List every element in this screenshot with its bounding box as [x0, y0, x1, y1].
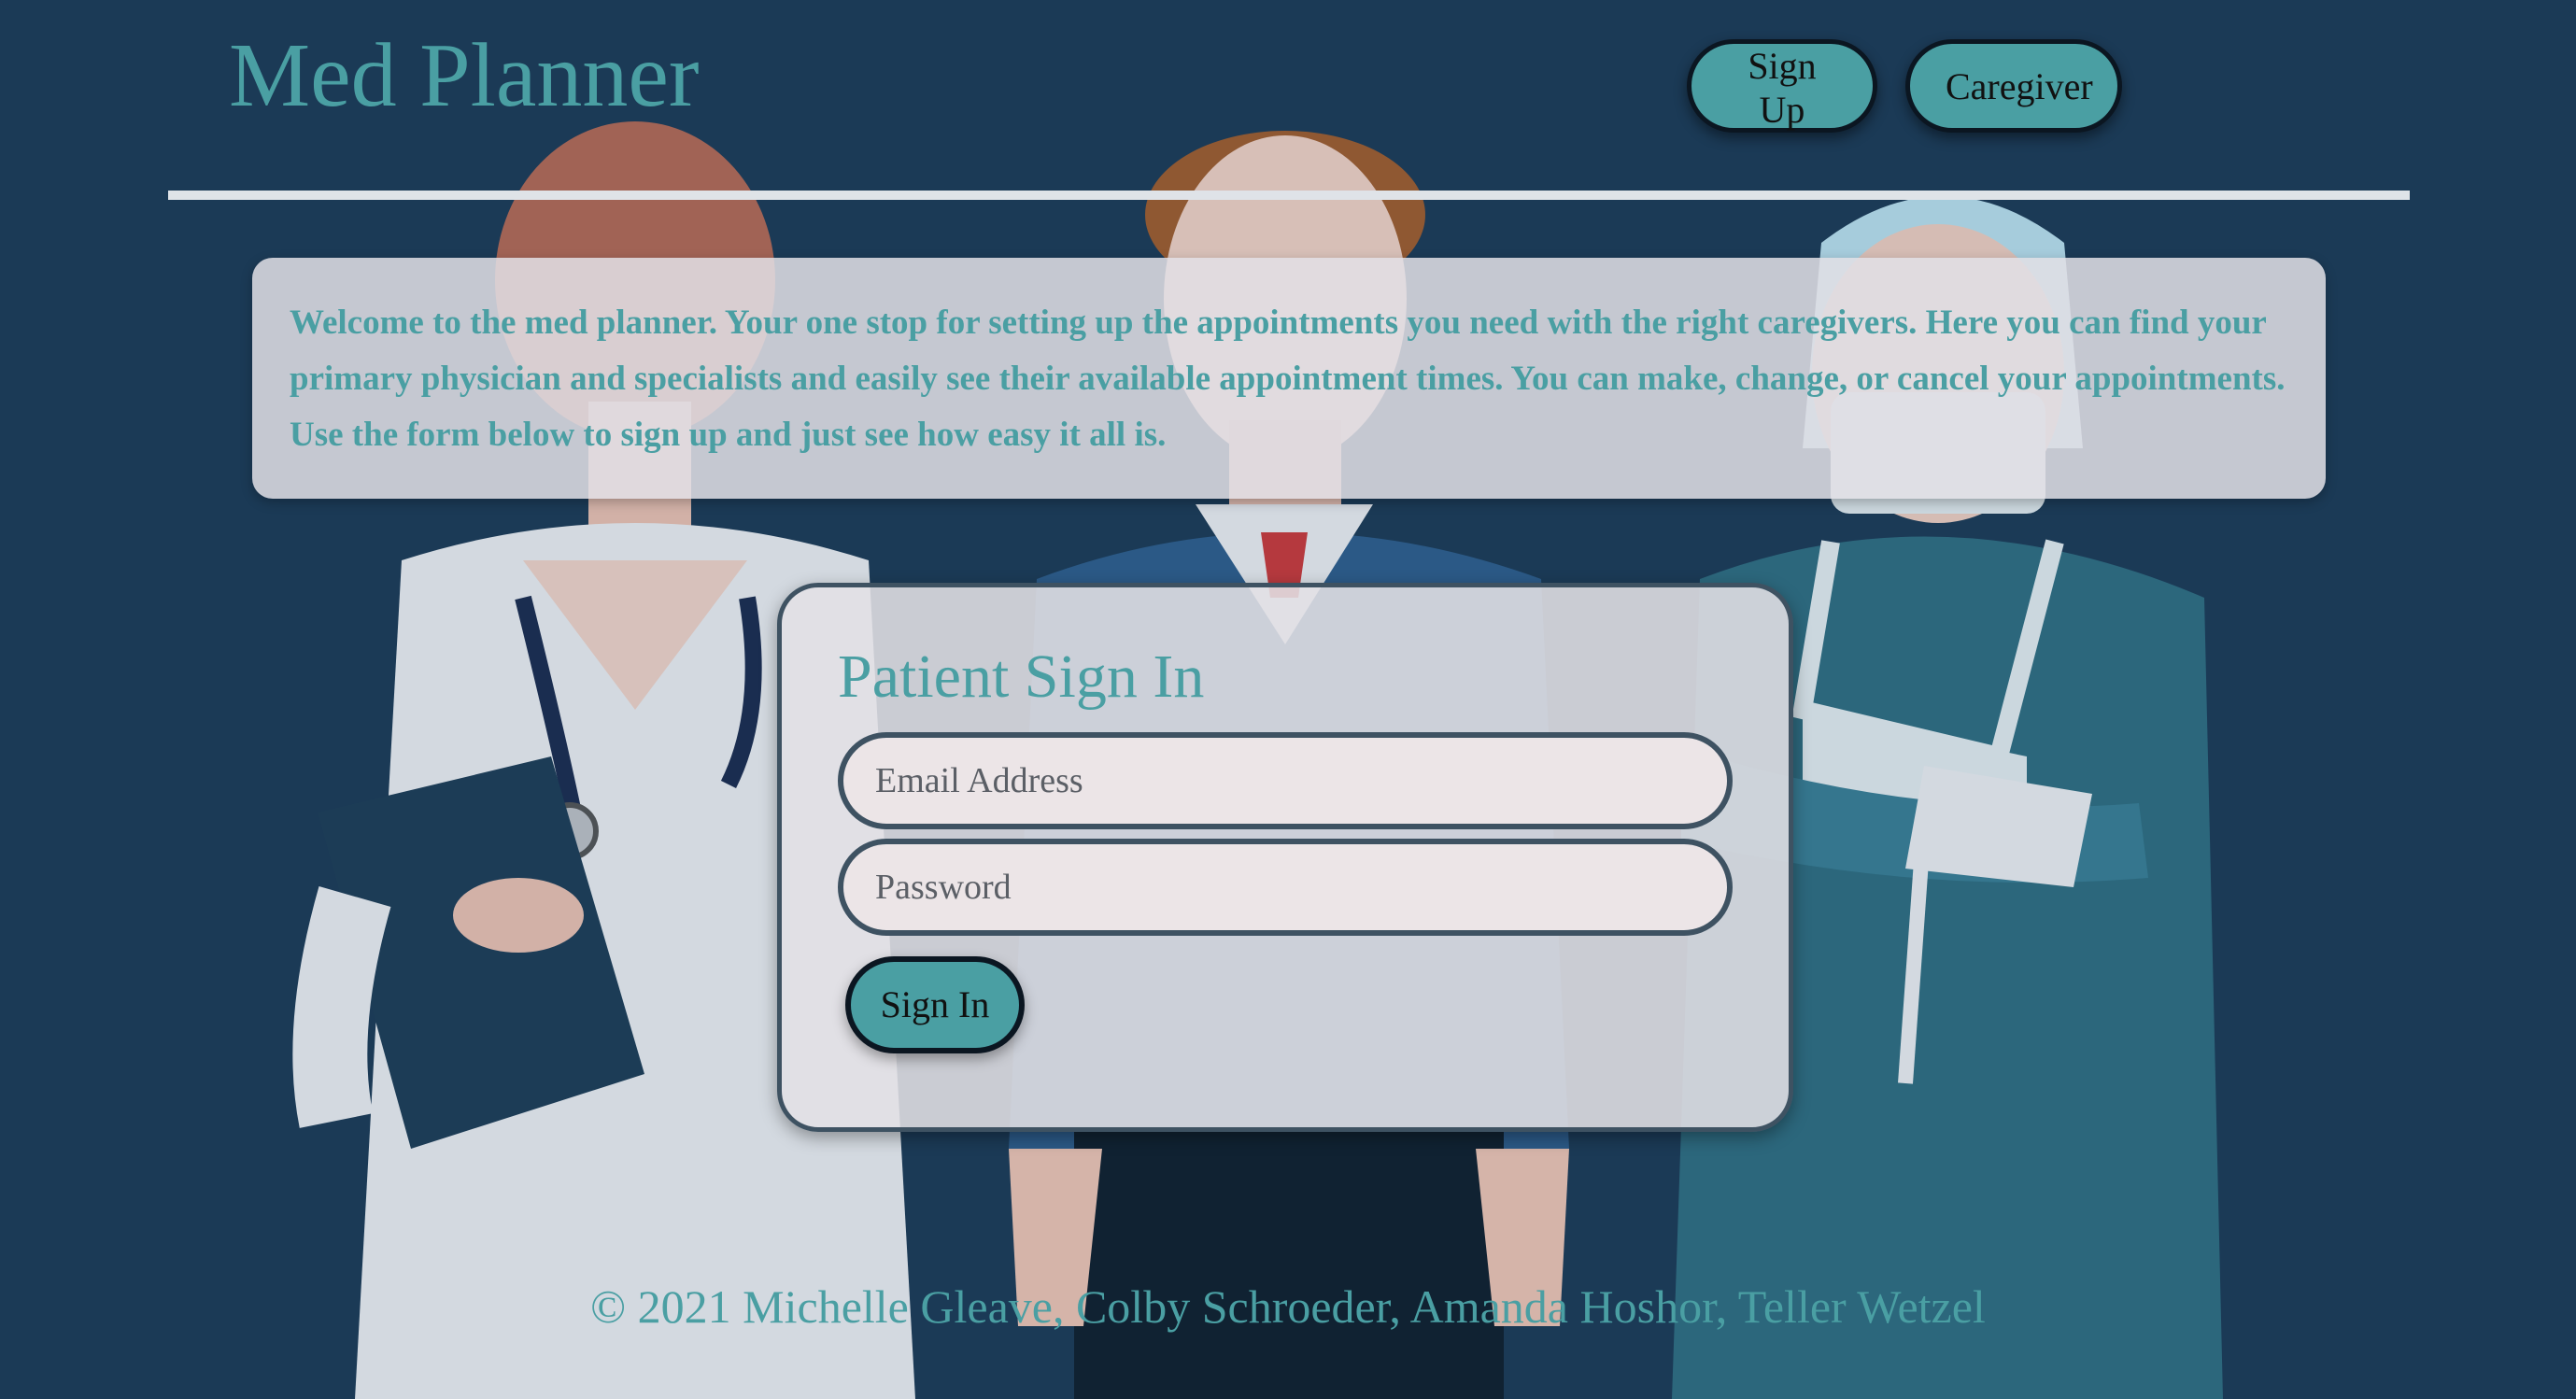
welcome-panel: Welcome to the med planner. Your one sto… — [252, 258, 2326, 499]
sign-up-button[interactable]: Sign Up — [1687, 39, 1877, 133]
site-header: Med Planner Sign Up Caregiver — [0, 0, 2576, 205]
welcome-text: Welcome to the med planner. Your one sto… — [290, 304, 2286, 454]
app-title: Med Planner — [229, 25, 700, 126]
password-field[interactable] — [838, 838, 1733, 936]
patient-sign-in-form: Patient Sign In Sign In — [777, 583, 1793, 1132]
header-divider — [168, 191, 2410, 200]
footer-credits: © 2021 Michelle Gleave, Colby Schroeder,… — [590, 1280, 1986, 1333]
sign-in-button[interactable]: Sign In — [845, 955, 1025, 1053]
sign-in-title: Patient Sign In — [838, 643, 1205, 711]
email-field[interactable] — [838, 731, 1733, 829]
caregiver-button[interactable]: Caregiver — [1905, 39, 2122, 133]
